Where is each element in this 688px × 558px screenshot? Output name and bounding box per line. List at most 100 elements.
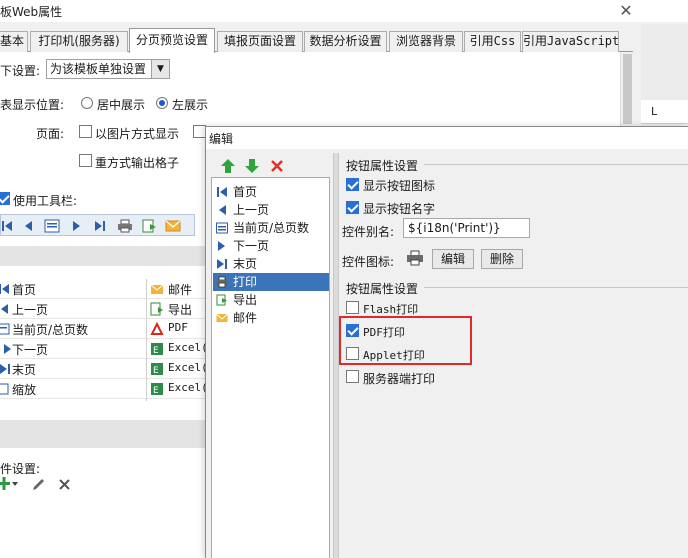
last-page-icon [217,259,227,269]
list-item-last-page[interactable]: 末页 [213,255,329,273]
list-item-print[interactable]: 打印 [213,273,329,291]
table-cell: 末页 [12,363,37,377]
table-cell: 邮件 [168,283,193,297]
server-print-label: 服务器端打印 [363,372,436,386]
list-item-page-number[interactable]: 当前页/总页数 [213,219,329,237]
prev-page-icon [219,205,226,215]
button-list: 首页 上一页 当前页/总页数 下一页 末页 打印 导出 邮件 [211,177,330,558]
delete-icon[interactable] [57,477,72,492]
close-icon[interactable]: ✕ [616,1,636,21]
zoom-icon [0,383,9,395]
next-page-icon[interactable] [68,218,84,234]
alias-label: 控件别名: [342,225,395,239]
setting-mode-select[interactable]: 为该模板单独设置 ▼ [46,59,170,79]
tab-ref-css[interactable]: 引用Css [464,31,521,52]
use-toolbar-checkbox[interactable] [0,192,10,205]
list-item-label: 导出 [233,293,258,307]
first-page-icon[interactable] [0,218,15,234]
alias-input[interactable]: ${i18n('Print')} [403,218,530,238]
next-page-icon [218,241,225,251]
tab-strip: 基本 打印机(服务器) 分页预览设置 填报页面设置 数据分析设置 浏览器背景 引… [0,28,620,53]
last-page-icon[interactable] [92,218,108,234]
edit-icon[interactable] [31,477,46,492]
table-column-divider [146,279,147,401]
print-icon[interactable] [117,218,133,234]
svg-text:E: E [153,366,159,376]
list-item-first-page[interactable]: 首页 [213,183,329,201]
table-cell: 当前页/总页数 [12,323,89,337]
move-down-icon[interactable] [244,158,260,174]
first-page-icon [0,284,9,294]
page-number-icon[interactable] [44,218,60,234]
show-name-checkbox[interactable] [346,201,359,214]
tab-fill-page[interactable]: 填报页面设置 [217,31,303,52]
edit-dialog: 编辑 首页 上一页 当前页/总页数 下一页 末页 打印 导出 邮件 按钮属性设置… [205,126,688,558]
table-row[interactable]: 下一页 E Excel( [0,339,208,359]
list-item-label: 末页 [233,257,258,271]
list-item-prev-page[interactable]: 上一页 [213,201,329,219]
ruler: L [641,100,688,124]
email-icon [216,313,228,322]
setting-mode-value: 为该模板单独设置 [50,62,147,76]
add-icon[interactable] [0,476,20,492]
use-toolbar-label: 使用工具栏: [13,194,78,208]
export-icon[interactable] [141,218,157,234]
image-mode-checkbox[interactable] [79,125,92,138]
show-name-label: 显示按钮名字 [363,202,436,216]
toolbar-buttons-table: 首页 邮件 上一页 导出 当前页/总页数 PDF 下一页 E Excel( 末页… [0,279,210,401]
print-icon [216,276,228,288]
tab-printer-server[interactable]: 打印机(服务器) [30,31,128,52]
scroll-thumb[interactable] [623,54,632,124]
section-divider [0,420,210,448]
tab-paging-preview[interactable]: 分页预览设置 [129,28,215,53]
table-cell: Excel( [168,381,208,394]
repeat-cells-label: 重方式输出格子 [95,156,180,170]
table-row[interactable]: 首页 邮件 [0,279,205,299]
table-cell: 导出 [168,303,193,317]
table-row[interactable]: 上一页 导出 [0,299,205,319]
edit-icon-button[interactable]: 编辑 [432,249,474,269]
delete-icon-button[interactable]: 删除 [481,249,523,269]
prev-page-icon[interactable] [21,218,37,234]
pdf-icon [150,322,164,335]
setting-mode-label: 下设置: [0,64,41,78]
flash-print-checkbox[interactable] [346,301,359,314]
table-row[interactable]: 末页 E Excel( [0,359,208,379]
group-title: 按钮属性设置 [346,282,419,296]
chevron-down-icon[interactable]: ▼ [151,60,169,78]
dialog-title-bar: 编辑 [206,127,688,149]
list-item-label: 邮件 [233,311,258,325]
section-divider [0,246,210,266]
remove-icon[interactable] [270,159,284,173]
dialog-title: 编辑 [209,132,234,146]
page-label: 页面: [36,127,65,141]
flash-print-label: Flash打印 [363,303,419,316]
table-cell: 上一页 [12,303,49,317]
tab-basic[interactable]: 基本 [0,31,28,52]
tab-browser-background[interactable]: 浏览器背景 [389,31,463,52]
email-icon [150,284,164,294]
list-item-label: 下一页 [233,239,270,253]
email-icon[interactable] [165,218,181,234]
table-cell: 首页 [12,283,37,297]
first-page-icon [217,187,227,197]
show-icon-checkbox[interactable] [346,178,359,191]
list-item-label: 当前页/总页数 [233,221,310,235]
list-item-label: 打印 [233,275,258,289]
table-row[interactable]: 缩放 E Excel( [0,379,208,399]
table-row[interactable]: 当前页/总页数 PDF [0,319,205,339]
excel-icon: E [151,363,163,376]
radio-left-label: 左展示 [172,98,209,112]
repeat-cells-checkbox[interactable] [79,154,92,167]
radio-center[interactable] [81,97,93,109]
list-item-export[interactable]: 导出 [213,291,329,309]
radio-left[interactable] [156,97,168,109]
list-item-next-page[interactable]: 下一页 [213,237,329,255]
tab-ref-javascript[interactable]: 引用JavaScript [522,31,619,52]
list-item-email[interactable]: 邮件 [213,309,329,327]
group-divider [424,164,688,165]
list-item-label: 上一页 [233,203,270,217]
tab-data-analysis[interactable]: 数据分析设置 [304,31,387,52]
move-up-icon[interactable] [220,158,236,174]
server-print-checkbox[interactable] [346,370,359,383]
